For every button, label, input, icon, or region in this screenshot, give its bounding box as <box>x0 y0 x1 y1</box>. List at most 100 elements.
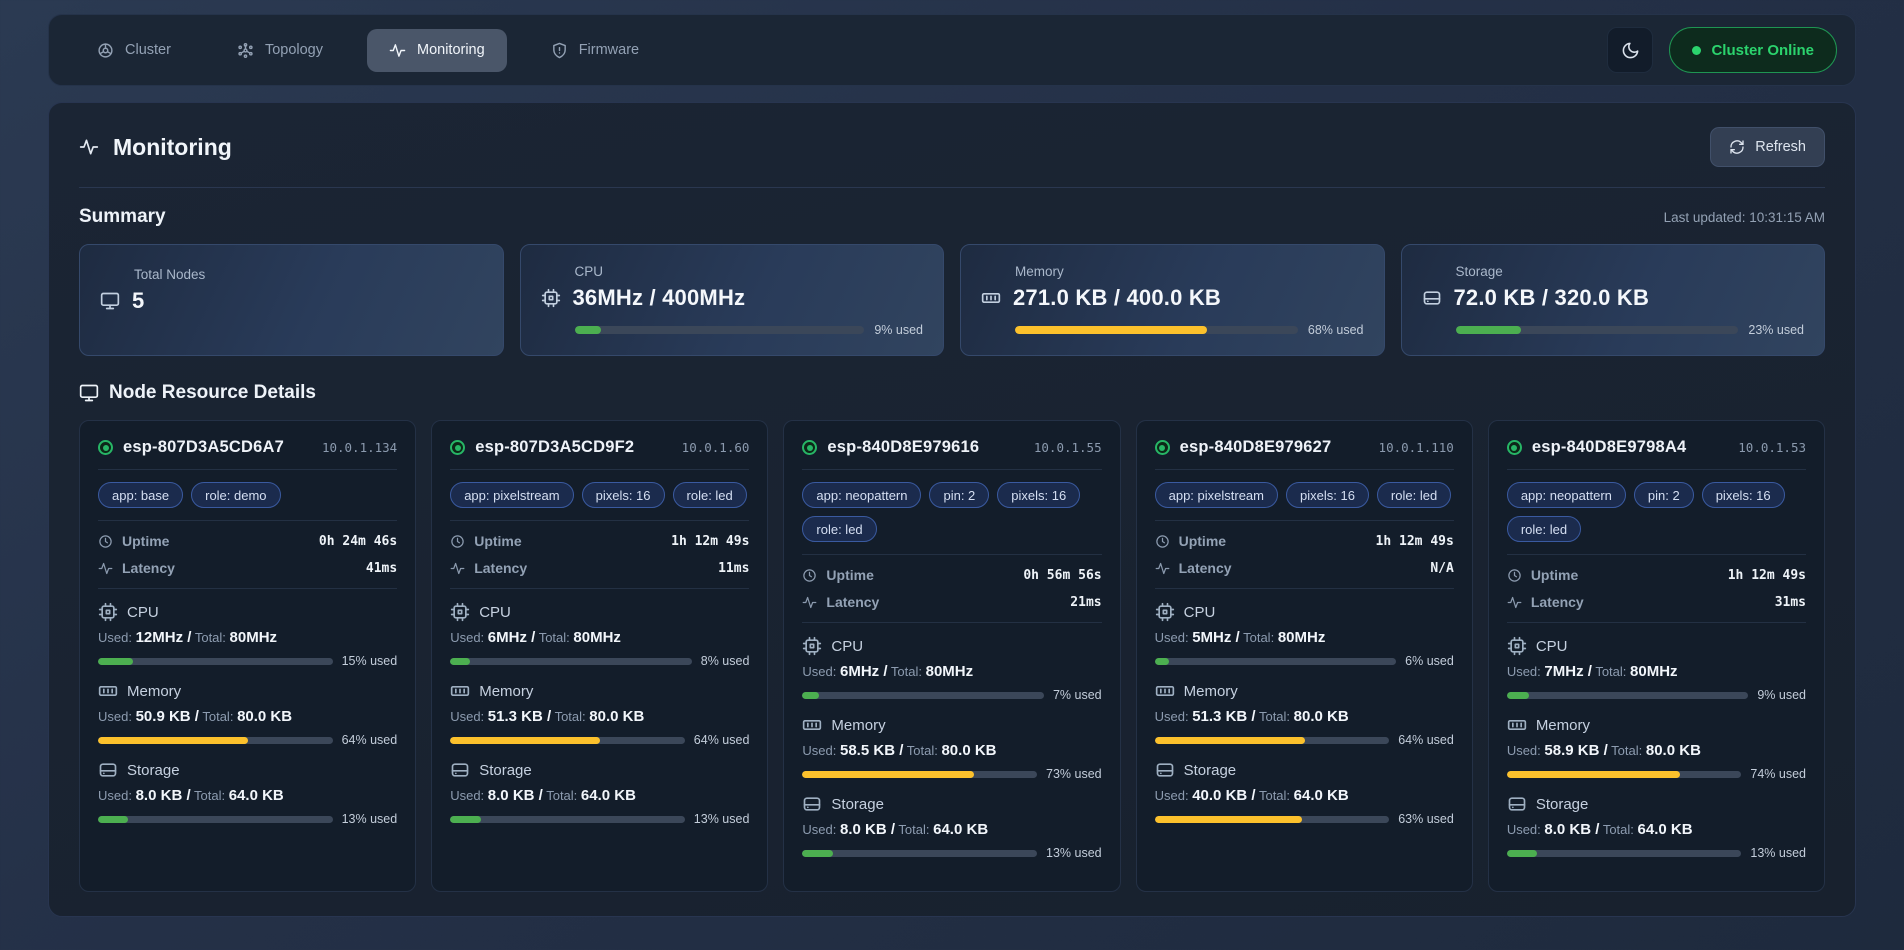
node-tag: app: pixelstream <box>450 482 573 508</box>
used-value: 8.0 KB <box>136 787 187 804</box>
memory-icon <box>981 288 1001 308</box>
memory-icon <box>1155 681 1175 701</box>
storage-icon <box>1422 288 1442 308</box>
used-value: 8.0 KB <box>1544 821 1595 838</box>
nav-tabs: Cluster Topology Monitoring Firmware <box>75 29 661 72</box>
divider <box>1507 622 1806 623</box>
progress-fill <box>1507 692 1529 699</box>
cpu-icon <box>541 288 561 308</box>
progress-fill <box>450 737 600 744</box>
node-tag: role: led <box>673 482 747 508</box>
latency-value: 21ms <box>1070 595 1101 610</box>
online-dot-icon <box>1692 46 1701 55</box>
memory-metric: Memory Used: 58.9 KB / Total: 80.0 KB 74… <box>1507 715 1806 781</box>
progress-track <box>98 737 333 744</box>
monitor-icon <box>100 291 120 311</box>
percent-used-label: 73% used <box>1046 767 1102 781</box>
used-value: 51.3 KB <box>488 708 547 725</box>
tab-firmware[interactable]: Firmware <box>529 29 661 72</box>
cpu-metric: CPU Used: 7MHz / Total: 80MHz 9% used <box>1507 636 1806 702</box>
summary-cards: Total Nodes 5 CPU 36MHz / 400MHz 9% used… <box>79 244 1825 356</box>
tab-label: Monitoring <box>417 42 485 58</box>
progress-fill <box>98 737 248 744</box>
latency-value: 11ms <box>718 561 749 576</box>
progress-track <box>1155 737 1390 744</box>
percent-used-label: 13% used <box>1750 846 1806 860</box>
node-ip: 10.0.1.55 <box>1034 440 1102 455</box>
percent-used-label: 13% used <box>694 812 750 826</box>
node-card: esp-840D8E979616 10.0.1.55 app: neopatte… <box>783 420 1120 892</box>
refresh-button[interactable]: Refresh <box>1710 127 1825 167</box>
tab-cluster[interactable]: Cluster <box>75 29 193 72</box>
memory-metric: Memory Used: 51.3 KB / Total: 80.0 KB 64… <box>1155 681 1454 747</box>
progress-fill <box>1015 326 1207 334</box>
summary-card: Storage 72.0 KB / 320.0 KB 23% used <box>1401 244 1826 356</box>
progress-fill <box>450 658 469 665</box>
divider <box>1155 469 1454 470</box>
total-value: 64.0 KB <box>933 821 988 838</box>
node-ip: 10.0.1.53 <box>1738 440 1806 455</box>
progress-track <box>1507 850 1742 857</box>
activity-icon <box>79 137 99 157</box>
memory-icon <box>1507 715 1527 735</box>
uptime-value: 0h 24m 46s <box>319 534 397 549</box>
progress-fill <box>1456 326 1521 334</box>
total-value: 80MHz <box>573 629 621 646</box>
node-tag: role: led <box>802 516 876 542</box>
storage-icon <box>1507 794 1527 814</box>
summary-heading: Summary <box>79 206 166 228</box>
node-tags: app: neopatternpin: 2pixels: 16role: led <box>1507 482 1806 542</box>
progress-track <box>98 816 333 823</box>
node-status-dot-icon <box>98 440 113 455</box>
latency-value: N/A <box>1430 561 1453 576</box>
node-tag: app: pixelstream <box>1155 482 1278 508</box>
activity-icon <box>1507 595 1522 610</box>
total-value: 64.0 KB <box>1294 787 1349 804</box>
total-value: 80MHz <box>230 629 278 646</box>
progress-track <box>802 692 1044 699</box>
used-value: 58.5 KB <box>840 742 899 759</box>
tab-monitoring[interactable]: Monitoring <box>367 29 507 72</box>
total-value: 64.0 KB <box>581 787 636 804</box>
summary-card: CPU 36MHz / 400MHz 9% used <box>520 244 945 356</box>
node-card: esp-807D3A5CD9F2 10.0.1.60 app: pixelstr… <box>431 420 768 892</box>
percent-used-label: 74% used <box>1750 767 1806 781</box>
monitoring-icon <box>389 42 406 59</box>
latency-row: Latency 31ms <box>1507 594 1806 610</box>
top-nav-bar: Cluster Topology Monitoring Firmware Clu… <box>48 14 1856 86</box>
progress-fill <box>802 850 832 857</box>
divider <box>98 588 397 589</box>
latency-row: Latency N/A <box>1155 560 1454 576</box>
node-tag: role: demo <box>191 482 280 508</box>
clock-icon <box>1507 568 1522 583</box>
storage-icon <box>1155 760 1175 780</box>
divider <box>1155 520 1454 521</box>
theme-toggle-button[interactable] <box>1607 27 1653 73</box>
cpu-metric: CPU Used: 5MHz / Total: 80MHz 6% used <box>1155 602 1454 668</box>
cluster-status-badge[interactable]: Cluster Online <box>1669 27 1837 73</box>
progress-track <box>1015 326 1298 334</box>
monitor-icon <box>79 383 99 403</box>
latency-row: Latency 21ms <box>802 594 1101 610</box>
progress-fill <box>802 771 973 778</box>
storage-metric: Storage Used: 8.0 KB / Total: 64.0 KB 13… <box>802 794 1101 860</box>
node-tag: app: neopattern <box>802 482 921 508</box>
storage-metric: Storage Used: 8.0 KB / Total: 64.0 KB 13… <box>1507 794 1806 860</box>
progress-track <box>802 771 1037 778</box>
divider <box>98 520 397 521</box>
used-value: 6MHz <box>488 629 531 646</box>
topbar-right: Cluster Online <box>1607 27 1837 73</box>
used-value: 8.0 KB <box>488 787 539 804</box>
node-name: esp-840D8E979627 <box>1180 438 1369 457</box>
used-value: 6MHz <box>840 663 883 680</box>
tab-topology[interactable]: Topology <box>215 29 345 72</box>
activity-icon <box>802 595 817 610</box>
cluster-status-label: Cluster Online <box>1711 42 1814 59</box>
node-tag: pin: 2 <box>929 482 989 508</box>
used-value: 58.9 KB <box>1544 742 1603 759</box>
node-details-heading-text: Node Resource Details <box>109 382 316 404</box>
storage-icon <box>802 794 822 814</box>
node-tag: app: neopattern <box>1507 482 1626 508</box>
percent-used-label: 63% used <box>1398 812 1454 826</box>
progress-track <box>450 816 685 823</box>
